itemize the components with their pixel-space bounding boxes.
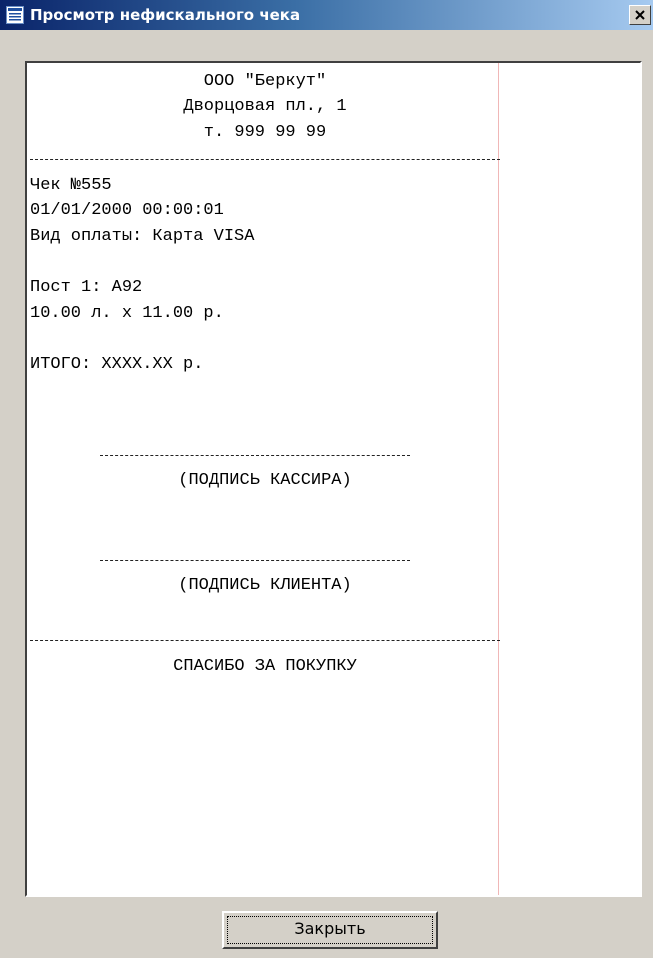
client-signature-line (100, 560, 410, 561)
close-button-label: Закрыть (294, 919, 366, 938)
receipt-divider (30, 159, 500, 160)
title-bar[interactable]: Просмотр нефискального чека (0, 0, 653, 30)
receipt-datetime: 01/01/2000 00:00:01 (30, 201, 224, 220)
receipt-payment-type: Вид оплаты: Карта VISA (30, 227, 255, 246)
receipt-view[interactable]: ООО "Беркут" Дворцовая пл., 1 т. 999 99 … (25, 61, 642, 897)
receipt-preview-window: Просмотр нефискального чека ООО "Беркут"… (0, 0, 653, 958)
receipt-company: ООО "Беркут" (203, 72, 327, 91)
close-icon (635, 10, 645, 20)
list-window-icon (6, 6, 24, 24)
receipt-quantity-price: 10.00 л. x 11.00 р. (30, 304, 224, 323)
receipt-divider (30, 640, 500, 641)
window-title: Просмотр нефискального чека (30, 6, 301, 24)
receipt-address: Дворцовая пл., 1 (183, 97, 347, 116)
receipt-thanks: СПАСИБО ЗА ПОКУПКУ (173, 657, 357, 676)
window-close-button[interactable] (629, 5, 651, 25)
receipt-phone: т. 999 99 99 (203, 123, 327, 142)
receipt-total: ИТОГО: XXXX.XX р. (30, 355, 204, 374)
cashier-signature-line (100, 455, 410, 456)
receipt-post: Пост 1: А92 (30, 278, 143, 297)
close-button[interactable]: Закрыть (222, 911, 438, 949)
receipt-check-number: Чек №555 (30, 176, 112, 195)
cashier-signature-label: (ПОДПИСЬ КАССИРА) (178, 471, 352, 490)
client-signature-label: (ПОДПИСЬ КЛИЕНТА) (178, 576, 352, 595)
